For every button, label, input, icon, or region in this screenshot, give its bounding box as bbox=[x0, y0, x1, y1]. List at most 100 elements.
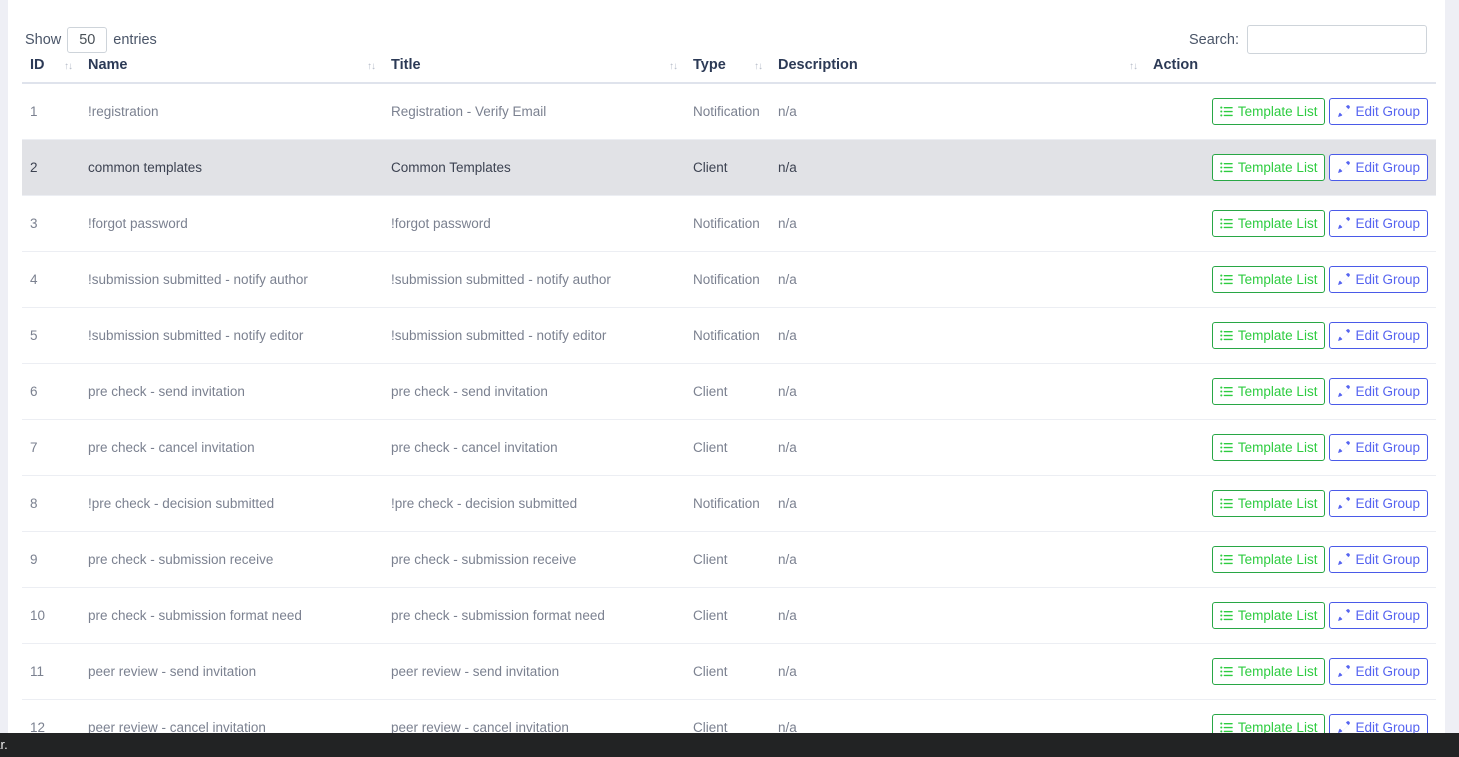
edit-group-button-label: Edit Group bbox=[1355, 385, 1420, 399]
cell-action: Template List Edit Group bbox=[1145, 364, 1436, 420]
cell-id: 7 bbox=[22, 420, 80, 476]
sort-arrows-icon: ↑↓ bbox=[669, 61, 677, 72]
cell-title: pre check - submission receive bbox=[383, 532, 685, 588]
sort-arrows-icon: ↑↓ bbox=[367, 61, 375, 72]
column-header-name[interactable]: Name ↑↓ bbox=[80, 57, 383, 83]
table-row[interactable]: 1!registrationRegistration - Verify Emai… bbox=[22, 83, 1436, 140]
cell-type: Client bbox=[685, 140, 770, 196]
table-row[interactable]: 7pre check - cancel invitationpre check … bbox=[22, 420, 1436, 476]
edit-group-button[interactable]: Edit Group bbox=[1329, 322, 1428, 349]
table-row[interactable]: 8!pre check - decision submitted!pre che… bbox=[22, 476, 1436, 532]
list-icon bbox=[1220, 217, 1233, 230]
cell-type: Client bbox=[685, 588, 770, 644]
cell-name: !forgot password bbox=[80, 196, 383, 252]
template-list-button[interactable]: Template List bbox=[1212, 714, 1326, 733]
template-list-button[interactable]: Template List bbox=[1212, 98, 1326, 125]
template-list-button-label: Template List bbox=[1238, 721, 1318, 733]
status-bar: bar. bbox=[0, 733, 1459, 757]
page-length-select[interactable]: 50 bbox=[67, 27, 107, 53]
edit-group-button[interactable]: Edit Group bbox=[1329, 714, 1428, 733]
edit-group-button[interactable]: Edit Group bbox=[1329, 658, 1428, 685]
table-row[interactable]: 9pre check - submission receivepre check… bbox=[22, 532, 1436, 588]
cell-type: Client bbox=[685, 420, 770, 476]
cell-description: n/a bbox=[770, 140, 1145, 196]
page-root: Show 50 entries Search: bbox=[0, 0, 1459, 757]
template-list-button-label: Template List bbox=[1238, 329, 1318, 343]
row-action-group: Template List Edit Group bbox=[1212, 434, 1428, 461]
cell-id: 12 bbox=[22, 700, 80, 734]
list-icon bbox=[1220, 553, 1233, 566]
edit-group-button[interactable]: Edit Group bbox=[1329, 210, 1428, 237]
edit-group-button[interactable]: Edit Group bbox=[1329, 602, 1428, 629]
cell-description: n/a bbox=[770, 252, 1145, 308]
pencil-icon bbox=[1337, 497, 1350, 510]
pencil-icon bbox=[1337, 105, 1350, 118]
column-header-id[interactable]: ID ↑↓ bbox=[22, 57, 80, 83]
template-list-button[interactable]: Template List bbox=[1212, 546, 1326, 573]
column-header-title[interactable]: Title ↑↓ bbox=[383, 57, 685, 83]
cell-title: !pre check - decision submitted bbox=[383, 476, 685, 532]
cell-id: 11 bbox=[22, 644, 80, 700]
edit-group-button[interactable]: Edit Group bbox=[1329, 490, 1428, 517]
template-list-button[interactable]: Template List bbox=[1212, 154, 1326, 181]
edit-group-button[interactable]: Edit Group bbox=[1329, 546, 1428, 573]
cell-description: n/a bbox=[770, 476, 1145, 532]
table-head: ID ↑↓ Name ↑↓ Title ↑↓ bbox=[22, 57, 1436, 83]
template-list-button[interactable]: Template List bbox=[1212, 602, 1326, 629]
pencil-icon bbox=[1337, 665, 1350, 678]
row-action-group: Template List Edit Group bbox=[1212, 658, 1428, 685]
row-action-group: Template ListEdit Group bbox=[1212, 266, 1428, 293]
cell-type: Client bbox=[685, 532, 770, 588]
list-icon bbox=[1220, 497, 1233, 510]
table-row[interactable]: 5!submission submitted - notify editor!s… bbox=[22, 308, 1436, 364]
sort-arrows-icon: ↑↓ bbox=[1129, 61, 1137, 72]
column-header-description-label: Description bbox=[778, 57, 858, 73]
table-row[interactable]: 6pre check - send invitationpre check - … bbox=[22, 364, 1436, 420]
table-row[interactable]: 3!forgot password!forgot passwordNotific… bbox=[22, 196, 1436, 252]
cell-id: 8 bbox=[22, 476, 80, 532]
cell-title: peer review - send invitation bbox=[383, 644, 685, 700]
table-row[interactable]: 10pre check - submission format needpre … bbox=[22, 588, 1436, 644]
column-header-type[interactable]: Type ↑↓ bbox=[685, 57, 770, 83]
template-list-button[interactable]: Template List bbox=[1212, 434, 1326, 461]
template-list-button-label: Template List bbox=[1238, 609, 1318, 623]
table-row[interactable]: 4!submission submitted - notify author!s… bbox=[22, 252, 1436, 308]
template-list-button[interactable]: Template List bbox=[1212, 210, 1326, 237]
cell-id: 10 bbox=[22, 588, 80, 644]
table-row[interactable]: 12peer review - cancel invitationpeer re… bbox=[22, 700, 1436, 734]
template-list-button[interactable]: Template List bbox=[1212, 658, 1326, 685]
cell-name: !submission submitted - notify author bbox=[80, 252, 383, 308]
column-header-type-label: Type bbox=[693, 57, 726, 73]
template-list-button[interactable]: Template List bbox=[1212, 266, 1326, 293]
cell-id: 2 bbox=[22, 140, 80, 196]
table-row[interactable]: 11peer review - send invitationpeer revi… bbox=[22, 644, 1436, 700]
cell-type: Notification bbox=[685, 308, 770, 364]
edit-group-button[interactable]: Edit Group bbox=[1329, 98, 1428, 125]
cell-title: pre check - cancel invitation bbox=[383, 420, 685, 476]
edit-group-button[interactable]: Edit Group bbox=[1329, 154, 1428, 181]
template-list-button-label: Template List bbox=[1238, 665, 1318, 679]
cell-name: pre check - send invitation bbox=[80, 364, 383, 420]
template-list-button[interactable]: Template List bbox=[1212, 322, 1326, 349]
list-icon bbox=[1220, 721, 1233, 733]
cell-type: Notification bbox=[685, 83, 770, 140]
table-header-row: ID ↑↓ Name ↑↓ Title ↑↓ bbox=[22, 57, 1436, 83]
list-icon bbox=[1220, 273, 1233, 286]
edit-group-button[interactable]: Edit Group bbox=[1329, 434, 1428, 461]
edit-group-button-label: Edit Group bbox=[1355, 161, 1420, 175]
edit-group-button-label: Edit Group bbox=[1355, 665, 1420, 679]
column-header-description[interactable]: Description ↑↓ bbox=[770, 57, 1145, 83]
template-list-button[interactable]: Template List bbox=[1212, 490, 1326, 517]
row-action-group: Template List Edit Group bbox=[1212, 714, 1428, 733]
table-row[interactable]: 2common templatesCommon TemplatesClientn… bbox=[22, 140, 1436, 196]
search-input[interactable] bbox=[1247, 25, 1427, 54]
edit-group-button[interactable]: Edit Group bbox=[1329, 266, 1428, 293]
edit-group-button[interactable]: Edit Group bbox=[1329, 378, 1428, 405]
cell-type: Notification bbox=[685, 252, 770, 308]
edit-group-button-label: Edit Group bbox=[1355, 721, 1420, 733]
template-list-button[interactable]: Template List bbox=[1212, 378, 1326, 405]
pencil-icon bbox=[1337, 441, 1350, 454]
cell-type: Client bbox=[685, 644, 770, 700]
pencil-icon bbox=[1337, 609, 1350, 622]
template-list-button-label: Template List bbox=[1238, 441, 1318, 455]
